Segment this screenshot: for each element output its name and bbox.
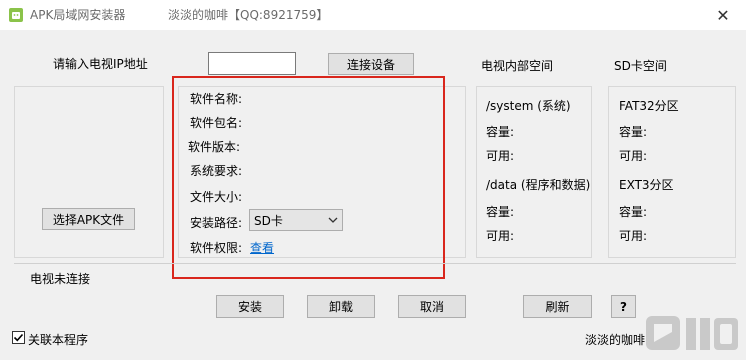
install-button[interactable]: 安装	[216, 295, 284, 318]
close-icon: ✕	[716, 5, 730, 25]
fat32-available-label: 可用:	[619, 149, 648, 163]
author-label: 淡淡的咖啡	[585, 333, 646, 347]
data-capacity-label: 容量:	[486, 205, 515, 219]
associate-checkbox-label: 关联本程序	[28, 333, 89, 347]
watermark-logo	[646, 316, 738, 350]
refresh-button[interactable]: 刷新	[523, 295, 592, 318]
cancel-button[interactable]: 取消	[398, 295, 466, 318]
fat32-capacity-label: 容量:	[619, 125, 648, 139]
choose-apk-button[interactable]: 选择APK文件	[42, 208, 135, 230]
data-partition-label: /data (程序和数据)	[486, 178, 591, 192]
android-app-icon	[9, 8, 23, 22]
fat32-partition-label: FAT32分区	[619, 99, 679, 113]
title-bar: APK局域网安装器 淡淡的咖啡【QQ:8921759】 ✕	[0, 0, 746, 30]
tv-storage-header: 电视内部空间	[481, 59, 554, 73]
ext3-partition-label: EXT3分区	[619, 178, 674, 192]
system-partition-label: /system (系统)	[486, 99, 571, 113]
window-title: APK局域网安装器	[30, 8, 126, 22]
apk-file-panel	[14, 86, 164, 258]
sd-storage-header: SD卡空间	[614, 59, 667, 73]
connect-button[interactable]: 连接设备	[328, 53, 414, 75]
ip-input[interactable]	[208, 52, 296, 75]
separator-line	[14, 263, 736, 264]
associate-checkbox[interactable]	[12, 331, 25, 344]
connection-status: 电视未连接	[30, 272, 91, 286]
checkmark-icon	[13, 333, 24, 342]
system-available-label: 可用:	[486, 149, 515, 163]
ext3-available-label: 可用:	[619, 229, 648, 243]
ip-label: 请输入电视IP地址	[53, 57, 148, 71]
close-button[interactable]: ✕	[700, 0, 746, 30]
system-capacity-label: 容量:	[486, 125, 515, 139]
highlight-box	[172, 76, 445, 279]
ext3-capacity-label: 容量:	[619, 205, 648, 219]
window-subtitle: 淡淡的咖啡【QQ:8921759】	[168, 8, 329, 22]
uninstall-button[interactable]: 卸载	[307, 295, 375, 318]
data-available-label: 可用:	[486, 229, 515, 243]
help-button[interactable]: ?	[611, 295, 636, 318]
